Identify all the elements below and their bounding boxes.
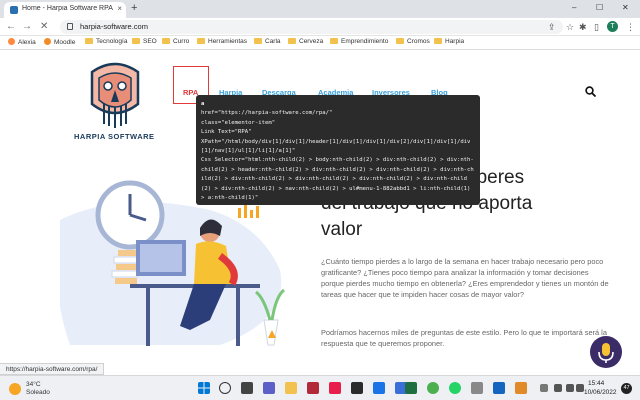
close-window-button[interactable]: ✕ bbox=[622, 3, 629, 12]
whatsapp-icon[interactable] bbox=[449, 382, 461, 394]
site-favicon-icon bbox=[10, 6, 18, 14]
windows-start-icon[interactable] bbox=[198, 382, 210, 394]
bookmark-folder-emprendimiento[interactable]: Emprendimiento bbox=[330, 38, 388, 45]
bookmark-favicon-icon bbox=[44, 38, 51, 45]
file-explorer-icon[interactable] bbox=[285, 382, 297, 394]
windows-taskbar: 34°C Soleado 15:44 10/06/2022 47 bbox=[0, 375, 640, 400]
chrome-menu-icon[interactable]: ⋮ bbox=[626, 22, 635, 32]
folder-icon bbox=[254, 38, 262, 44]
element-inspector-tooltip: a href="https://harpia-software.com/rpa/… bbox=[196, 95, 480, 205]
bookmark-favicon-icon bbox=[8, 38, 15, 45]
toolbar: ← → ✕ harpia-software.com ⇪ ☆ ✱ ▯ ⋮ bbox=[0, 18, 640, 36]
tab-close-icon[interactable]: × bbox=[117, 4, 122, 13]
weather-temperature: 34°C bbox=[26, 381, 41, 388]
search-icon[interactable] bbox=[585, 86, 596, 97]
back-button[interactable]: ← bbox=[6, 21, 16, 33]
folder-icon bbox=[396, 38, 404, 44]
app-icon-red[interactable] bbox=[307, 382, 319, 394]
folder-icon bbox=[85, 38, 93, 44]
bookmark-folder-herramientas[interactable]: Herramientas bbox=[197, 38, 247, 45]
notification-badge[interactable]: 47 bbox=[621, 383, 632, 394]
edge-icon[interactable] bbox=[373, 382, 385, 394]
inspector-href: href="https://harpia-software.com/rpa/" bbox=[201, 110, 333, 117]
minimize-button[interactable]: – bbox=[572, 3, 576, 12]
tray-chevron-up-icon[interactable] bbox=[540, 384, 548, 392]
gear-icon[interactable] bbox=[471, 382, 483, 394]
folder-icon bbox=[162, 38, 170, 44]
excel-icon[interactable] bbox=[405, 382, 417, 394]
store-icon[interactable] bbox=[351, 382, 363, 394]
folder-icon bbox=[330, 38, 338, 44]
status-bar-url: https://harpia-software.com/rpa/ bbox=[0, 363, 105, 375]
weather-description: Soleado bbox=[26, 389, 50, 396]
sun-icon bbox=[9, 383, 21, 395]
intro-paragraph: ¿Cuánto tiempo pierdes a lo largo de la … bbox=[321, 257, 609, 299]
bookmark-folder-cerveza[interactable]: Cerveza bbox=[288, 38, 323, 45]
bookmark-alexia[interactable]: Alexia bbox=[8, 38, 36, 46]
volume-icon[interactable] bbox=[566, 384, 574, 392]
lock-icon bbox=[67, 23, 73, 30]
share-icon[interactable]: ⇪ bbox=[548, 22, 556, 32]
browser-tab[interactable]: Home - Harpia Software RPA × bbox=[4, 2, 126, 18]
wifi-icon[interactable] bbox=[554, 384, 562, 392]
folder-icon bbox=[132, 38, 140, 44]
new-tab-button[interactable]: + bbox=[131, 2, 137, 14]
tab-title: Home - Harpia Software RPA bbox=[22, 5, 113, 12]
app-icon-pink[interactable] bbox=[329, 382, 341, 394]
extensions-icon[interactable]: ✱ bbox=[579, 22, 587, 32]
task-view-icon[interactable] bbox=[241, 382, 253, 394]
browser-tab-strip: Home - Harpia Software RPA × + – ☐ ✕ bbox=[0, 0, 640, 18]
url-text: harpia-software.com bbox=[80, 22, 148, 31]
bookmark-folder-tecnologia[interactable]: Tecnología bbox=[85, 38, 127, 45]
profile-avatar[interactable]: T bbox=[607, 21, 618, 32]
harpia-logo[interactable] bbox=[82, 60, 148, 130]
inspector-class: class="elementor-item" bbox=[201, 119, 276, 126]
forward-button[interactable]: → bbox=[22, 21, 32, 33]
inspector-tag: a bbox=[201, 101, 205, 107]
bookmarks-bar: Alexia Moodle Tecnología SEO Curro Herra… bbox=[0, 36, 640, 50]
bookmark-folder-cromos[interactable]: Cromos bbox=[396, 38, 430, 45]
hero-illustration bbox=[60, 180, 286, 346]
stop-reload-button[interactable]: ✕ bbox=[40, 21, 48, 33]
folder-icon bbox=[434, 38, 442, 44]
word-icon[interactable] bbox=[493, 382, 505, 394]
inspector-link-text: Link Text="RPA" bbox=[201, 129, 252, 136]
inspector-css-selector: Css Selector="html:nth-child(2) > body:n… bbox=[201, 157, 474, 202]
folder-icon bbox=[288, 38, 296, 44]
side-panel-icon[interactable]: ▯ bbox=[594, 22, 599, 32]
maximize-button[interactable]: ☐ bbox=[596, 3, 603, 12]
address-bar[interactable]: harpia-software.com bbox=[60, 20, 563, 34]
logo-text: HARPIA SOFTWARE bbox=[74, 132, 155, 141]
bookmark-folder-carla[interactable]: Carla bbox=[254, 38, 281, 45]
intro-paragraph-2: Podríamos hacernos miles de preguntas de… bbox=[321, 328, 607, 348]
bookmark-moodle[interactable]: Moodle bbox=[44, 38, 75, 46]
folder-icon bbox=[197, 38, 205, 44]
chrome-icon[interactable] bbox=[427, 382, 439, 394]
inspector-xpath: XPath="/html/body/div[1]/div[1]/header[1… bbox=[201, 138, 471, 155]
voice-assistant-button[interactable] bbox=[590, 336, 622, 368]
bookmark-star-icon[interactable]: ☆ bbox=[566, 22, 574, 32]
clock-date[interactable]: 10/06/2022 bbox=[584, 389, 617, 396]
bookmark-folder-curro[interactable]: Curro bbox=[162, 38, 189, 45]
headline-line-3: valor bbox=[321, 219, 363, 240]
taskbar-search-icon[interactable] bbox=[219, 382, 231, 394]
bookmark-folder-seo[interactable]: SEO bbox=[132, 38, 157, 45]
microphone-icon bbox=[598, 343, 614, 363]
teams-icon[interactable] bbox=[263, 382, 275, 394]
app-icon-orange[interactable] bbox=[515, 382, 527, 394]
clock-time[interactable]: 15:44 bbox=[588, 380, 604, 387]
bookmark-folder-harpia[interactable]: Harpia bbox=[434, 38, 464, 45]
battery-icon[interactable] bbox=[576, 384, 584, 392]
